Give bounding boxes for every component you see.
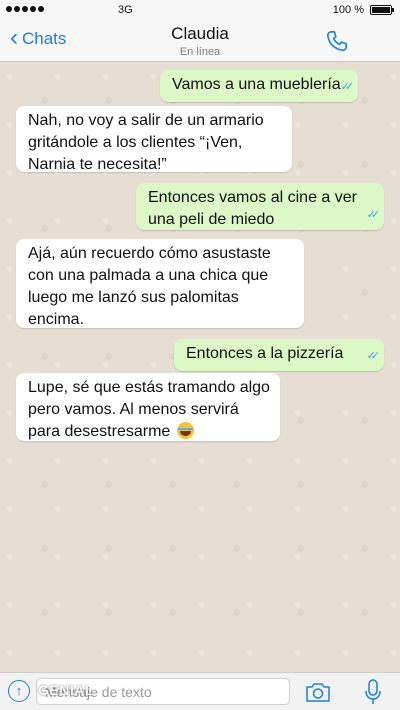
camera-icon[interactable] (304, 680, 332, 704)
battery-icon (370, 5, 394, 15)
message-outgoing[interactable]: Entonces a la pizzería ✓✓ (174, 339, 384, 371)
read-receipt-icon: ✓✓ (340, 81, 355, 93)
chat-header: ‹ Chats Claudia En línea (0, 20, 400, 62)
message-text: Ajá, aún recuerdo cómo asustaste con una… (28, 245, 271, 328)
chat-messages[interactable]: Vamos a una mueblería ✓✓ Nah, no voy a s… (0, 62, 400, 672)
message-outgoing[interactable]: Vamos a una mueblería ✓✓ (160, 70, 358, 102)
read-receipt-icon: ✓✓ (366, 350, 381, 362)
message-incoming[interactable]: Lupe, sé que estás tramando algo pero va… (16, 373, 280, 441)
battery-fill (372, 7, 390, 13)
message-incoming[interactable]: Ajá, aún recuerdo cómo asustaste con una… (16, 239, 304, 328)
microphone-icon[interactable] (363, 678, 383, 706)
message-input[interactable] (36, 678, 290, 705)
battery-percentage: 100 % (332, 4, 364, 16)
status-bar: 3G 100 % (0, 0, 400, 20)
message-incoming[interactable]: Nah, no voy a salir de un armario gritán… (16, 106, 292, 173)
network-type: 3G (118, 4, 133, 16)
upload-icon[interactable]: ↑ (8, 680, 30, 702)
message-text: Vamos a una mueblería (172, 76, 341, 93)
message-text: Entonces a la pizzería (186, 345, 344, 362)
read-receipt-icon: ✓✓ (366, 209, 381, 221)
message-text: Lupe, sé que estás tramando algo pero va… (28, 379, 270, 440)
message-outgoing[interactable]: Entonces vamos al cine a ver una peli de… (136, 183, 384, 230)
signal-strength-icon (6, 6, 44, 12)
message-text: Entonces vamos al cine a ver una peli de… (148, 189, 357, 228)
phone-icon[interactable] (324, 28, 350, 54)
laughing-tears-emoji-icon (176, 422, 194, 439)
message-input-bar: ↑ GENIAL (0, 672, 400, 710)
message-text: Nah, no voy a salir de un armario gritán… (28, 112, 264, 173)
